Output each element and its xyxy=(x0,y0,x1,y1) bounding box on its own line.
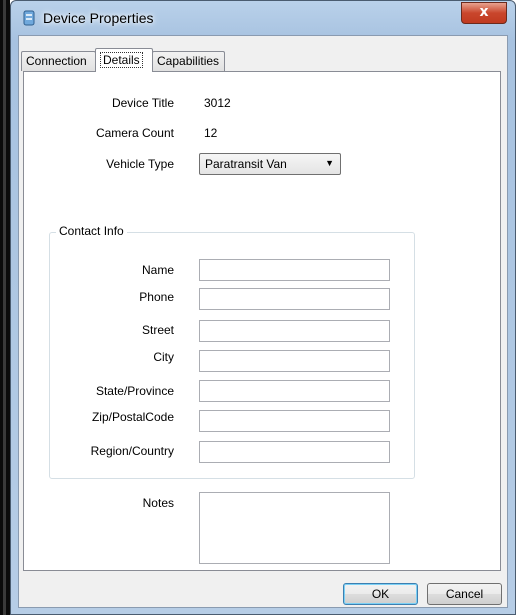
dropdown-arrow-icon: ▼ xyxy=(325,158,334,168)
name-field[interactable] xyxy=(199,259,390,281)
phone-field[interactable] xyxy=(199,288,390,310)
details-panel: Device Title 3012 Camera Count 12 Vehicl… xyxy=(23,71,501,571)
city-label: City xyxy=(153,350,174,364)
vehicle-type-select[interactable]: Paratransit Van ▼ xyxy=(199,153,341,175)
ok-button[interactable]: OK xyxy=(343,583,418,605)
app-icon xyxy=(23,10,35,26)
street-label: Street xyxy=(141,323,174,337)
title-bar[interactable]: Device Properties x xyxy=(11,1,515,35)
contact-info-legend: Contact Info xyxy=(56,224,127,238)
device-properties-window: Device Properties x Connection Details C… xyxy=(10,0,516,615)
close-button[interactable]: x xyxy=(461,2,507,24)
device-title-value: 3012 xyxy=(204,96,231,110)
region-label: Region/Country xyxy=(90,444,174,458)
city-field[interactable] xyxy=(199,350,390,372)
tab-connection[interactable]: Connection xyxy=(21,51,96,71)
phone-label: Phone xyxy=(139,290,174,304)
zip-label: Zip/PostalCode xyxy=(91,410,174,424)
state-field[interactable] xyxy=(199,380,390,402)
camera-count-value: 12 xyxy=(204,126,218,140)
cancel-button[interactable]: Cancel xyxy=(427,583,502,605)
state-label: State/Province xyxy=(95,384,174,398)
close-icon: x xyxy=(479,4,489,20)
notes-field[interactable] xyxy=(199,492,390,564)
vehicle-type-label: Vehicle Type xyxy=(106,157,174,171)
window-title: Device Properties xyxy=(43,10,154,26)
name-label: Name xyxy=(141,263,174,277)
camera-count-label: Camera Count xyxy=(95,126,174,140)
tab-details[interactable]: Details xyxy=(95,48,153,72)
device-title-label: Device Title xyxy=(111,96,174,110)
street-field[interactable] xyxy=(199,320,390,342)
dialog-client-area: Connection Details Capabilities Device T… xyxy=(18,35,508,608)
tab-capabilities[interactable]: Capabilities xyxy=(152,51,225,71)
region-field[interactable] xyxy=(199,441,390,463)
notes-label: Notes xyxy=(142,496,174,510)
background-strip xyxy=(0,0,10,615)
zip-field[interactable] xyxy=(199,410,390,432)
